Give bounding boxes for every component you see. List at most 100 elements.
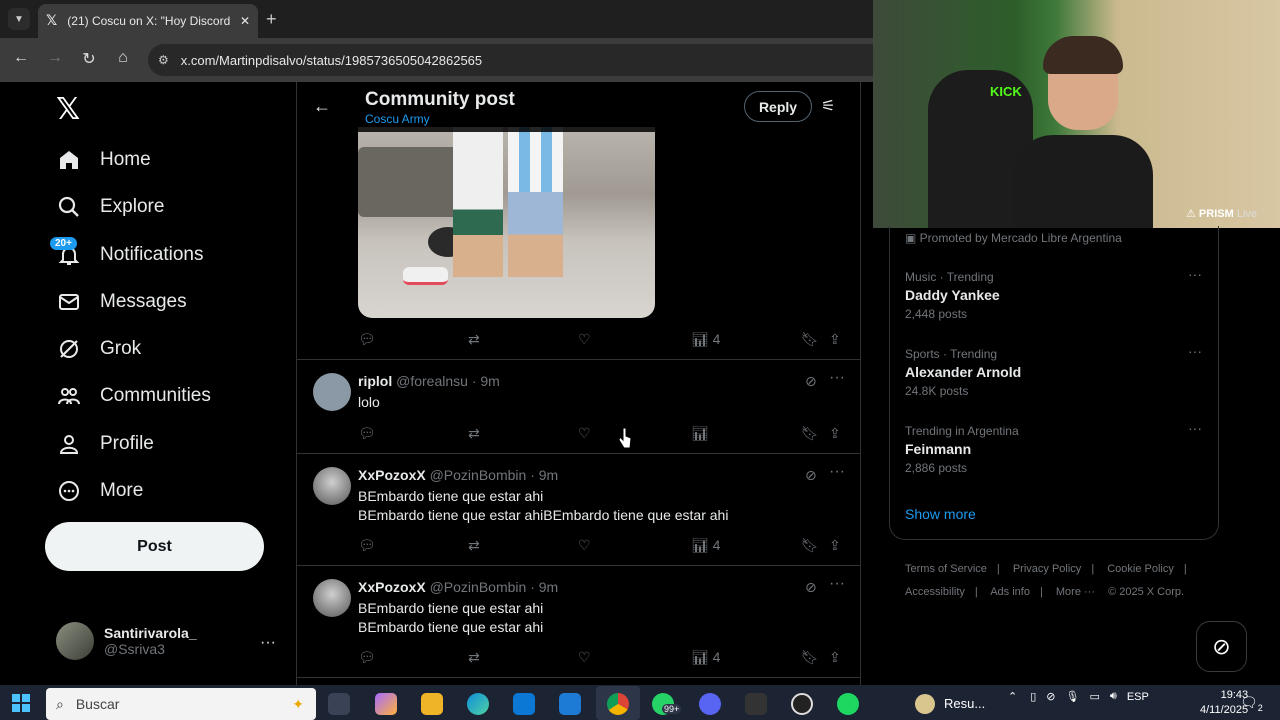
close-tab-icon[interactable]: ✕: [240, 14, 250, 28]
grok-explain-icon[interactable]: ⊘: [805, 467, 817, 484]
footer-link-cookies[interactable]: Cookie Policy: [1107, 563, 1174, 575]
post-button[interactable]: Post: [45, 522, 264, 571]
community-link[interactable]: Coscu Army: [365, 112, 430, 126]
windows-start-icon[interactable]: [12, 694, 30, 712]
views-icon[interactable]: 📊︎ 4: [691, 537, 720, 554]
reply-text: BEmbardo tiene que estar ahi BEmbardo tie…: [358, 600, 544, 635]
chevron-up-icon[interactable]: ⌃: [1008, 690, 1017, 703]
app-icon[interactable]: [791, 693, 813, 715]
tab-search-button[interactable]: ▼: [8, 8, 30, 30]
site-info-icon[interactable]: ⚙: [158, 53, 169, 67]
footer-link-terms[interactable]: Terms of Service: [905, 563, 987, 575]
volume-icon[interactable]: 🔊︎: [1110, 690, 1117, 703]
bookmark-icon[interactable]: 🔖︎: [801, 649, 819, 666]
grok-explain-icon[interactable]: ⊘: [805, 373, 817, 390]
bookmark-icon[interactable]: 🔖︎: [801, 537, 819, 554]
reply-icon[interactable]: 💬︎: [358, 425, 376, 442]
taskbar-app-label[interactable]: Resu...: [944, 696, 985, 711]
like-icon[interactable]: ♡: [578, 425, 591, 442]
whatsapp-badge: 99+: [662, 704, 682, 714]
more-options-icon[interactable]: ···: [829, 369, 845, 387]
trend-item[interactable]: Trending in Argentina Feinmann 2,886 pos…: [905, 420, 1205, 475]
forward-arrow-icon[interactable]: →: [44, 49, 66, 67]
discord-icon[interactable]: [699, 693, 721, 715]
grok-fab-button[interactable]: ⊘: [1196, 621, 1247, 672]
tray-app-icon[interactable]: ▯: [1030, 690, 1036, 703]
show-more-link[interactable]: Show more: [905, 506, 976, 522]
more-options-icon[interactable]: ···: [1188, 420, 1202, 436]
repost-icon[interactable]: ⇄: [468, 649, 480, 666]
sidebar-item-communities[interactable]: Communities: [56, 376, 211, 416]
share-icon[interactable]: ⇪: [829, 331, 841, 348]
account-switcher[interactable]: Santirivarola_ @Ssriva3: [56, 622, 197, 660]
views-icon[interactable]: 📊︎: [691, 425, 709, 442]
chrome-icon[interactable]: [607, 693, 629, 715]
mail-app-icon[interactable]: [559, 693, 581, 715]
sidebar-item-notifications[interactable]: Notifications: [56, 235, 204, 275]
trend-item[interactable]: Sports · Trending Alexander Arnold 24.8K…: [905, 343, 1205, 398]
microphone-icon[interactable]: 🎙︎: [1066, 690, 1080, 703]
bookmark-icon[interactable]: 🔖︎: [801, 425, 819, 442]
sidebar-item-home[interactable]: Home: [56, 140, 151, 180]
reload-icon[interactable]: ↻: [78, 49, 100, 69]
like-icon[interactable]: ♡: [578, 537, 591, 554]
post-actions: 💬︎ ⇄ ♡ 📊︎ 4 🔖︎ ⇪: [358, 649, 841, 669]
filter-sliders-icon[interactable]: ⚟: [821, 96, 835, 116]
taskbar-search-input[interactable]: ⌕ Buscar ✦: [46, 688, 316, 720]
reply-icon[interactable]: 💬︎: [358, 331, 376, 348]
sidebar-item-more[interactable]: More: [56, 471, 143, 511]
sidebar-item-messages[interactable]: Messages: [56, 282, 187, 322]
repost-icon[interactable]: ⇄: [468, 425, 480, 442]
more-options-icon[interactable]: ···: [1188, 343, 1202, 359]
share-icon[interactable]: ⇪: [829, 425, 841, 442]
sidebar-item-grok[interactable]: Grok: [56, 329, 141, 369]
trend-item[interactable]: Music · Trending Daddy Yankee 2,448 post…: [905, 266, 1205, 321]
sidebar-item-explore[interactable]: Explore: [56, 187, 164, 227]
copilot-icon[interactable]: [375, 693, 397, 715]
spotify-icon[interactable]: [837, 693, 859, 715]
views-icon[interactable]: 📊︎ 4: [691, 331, 720, 348]
footer-link-ads[interactable]: Ads info: [990, 586, 1030, 598]
store-icon[interactable]: [513, 693, 535, 715]
views-icon[interactable]: 📊︎ 4: [691, 649, 720, 666]
reply-icon[interactable]: 💬︎: [358, 649, 376, 666]
url-bar[interactable]: ⚙ x.com/Martinpdisalvo/status/1985736505…: [148, 44, 873, 76]
grok-explain-icon[interactable]: ⊘: [805, 579, 817, 596]
new-tab-icon[interactable]: +: [266, 9, 277, 30]
more-options-icon[interactable]: ···: [829, 575, 845, 593]
file-explorer-icon[interactable]: [421, 693, 443, 715]
like-icon[interactable]: ♡: [578, 649, 591, 666]
repost-icon[interactable]: ⇄: [468, 331, 480, 348]
bookmark-icon[interactable]: 🔖︎: [801, 331, 819, 348]
share-icon[interactable]: ⇪: [829, 537, 841, 554]
edge-icon[interactable]: [467, 693, 489, 715]
network-icon[interactable]: ▭: [1089, 690, 1099, 703]
account-menu-dots-icon[interactable]: ···: [260, 634, 276, 652]
browser-tab[interactable]: 𝕏 (21) Coscu on X: "Hoy Discord d ✕: [38, 4, 258, 38]
footer-link-accessibility[interactable]: Accessibility: [905, 586, 965, 598]
back-arrow-icon[interactable]: ←: [313, 96, 331, 117]
app-icon[interactable]: [915, 694, 935, 714]
footer-link-privacy[interactable]: Privacy Policy: [1013, 563, 1081, 575]
repost-icon[interactable]: ⇄: [468, 537, 480, 554]
notification-center-icon[interactable]: 🗨︎2: [1240, 694, 1263, 713]
obs-icon[interactable]: [745, 693, 767, 715]
more-options-icon[interactable]: ···: [1188, 266, 1202, 282]
home-browser-icon[interactable]: ⌂: [112, 49, 134, 67]
task-view-icon[interactable]: [328, 693, 350, 715]
x-logo-icon[interactable]: 𝕏: [56, 92, 80, 127]
list-item[interactable]: XxPozoxX @PozinBombin · 9m BEmbardo tien…: [297, 575, 860, 659]
reply-button[interactable]: Reply: [744, 91, 812, 122]
share-icon[interactable]: ⇪: [829, 649, 841, 666]
like-icon[interactable]: ♡: [578, 331, 591, 348]
sidebar-item-profile[interactable]: Profile: [56, 424, 154, 464]
post-image[interactable]: [358, 127, 655, 318]
more-options-icon[interactable]: ···: [829, 463, 845, 481]
list-item[interactable]: XxPozoxX @PozinBombin · 9m BEmbardo tien…: [297, 463, 860, 547]
back-arrow-icon[interactable]: ←: [10, 49, 32, 67]
language-indicator[interactable]: ESP: [1127, 691, 1149, 703]
reply-icon[interactable]: 💬︎: [358, 537, 376, 554]
tray-app-icon[interactable]: ⊘: [1046, 690, 1055, 703]
post-actions: 💬︎ ⇄ ♡ 📊︎ 4 🔖︎ ⇪: [358, 537, 841, 557]
footer-link-more[interactable]: More ···: [1056, 586, 1095, 598]
